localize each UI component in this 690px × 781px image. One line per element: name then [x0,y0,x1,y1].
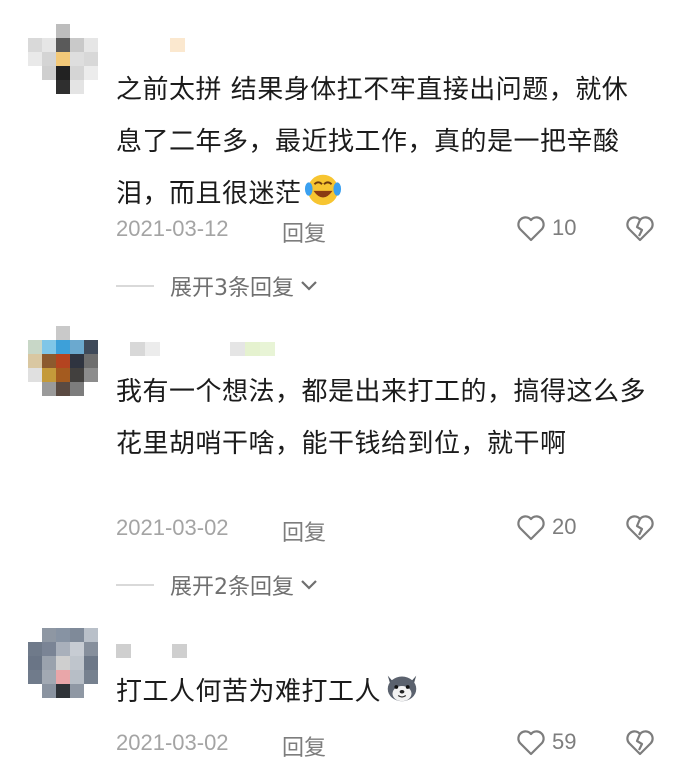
heart-icon [517,216,545,242]
username[interactable] [116,644,191,658]
crying-laughing-emoji-icon [304,174,341,206]
expand-replies-label: 展开2条回复 [170,575,294,600]
divider-line [116,584,154,586]
divider-line [116,285,154,287]
username[interactable] [130,342,280,356]
reply-button[interactable]: 回复 [282,730,326,762]
like-button[interactable]: 59 [516,728,576,756]
expand-replies-button[interactable]: 展开3条回复 [116,270,318,302]
broken-heart-icon[interactable] [625,513,655,541]
avatar[interactable] [28,24,100,96]
avatar[interactable] [28,628,100,700]
like-button[interactable]: 20 [516,513,576,541]
avatar[interactable] [28,326,100,398]
comment-date: 2021-03-02 [116,515,229,540]
heart-icon [517,515,545,541]
comment-text: 之前太拼 结果身体扛不牢直接出问题，就休息了二年多，最近找工作，真的是一把辛酸泪… [116,75,629,209]
like-count: 10 [552,215,577,240]
heart-icon [517,730,545,756]
comment-text: 我有一个想法，都是出来打工的，搞得这么多花里胡哨干啥，能干钱给到位，就干啊 [116,377,647,459]
reply-button[interactable]: 回复 [282,216,326,248]
like-button[interactable]: 10 [516,214,576,242]
reply-button[interactable]: 回复 [282,515,326,547]
comment-text: 打工人何苦为难打工人 [116,666,646,718]
expand-replies-label: 展开3条回复 [170,276,294,301]
comment-date: 2021-03-02 [116,730,229,755]
broken-heart-icon[interactable] [625,728,655,756]
chevron-down-icon [301,580,317,590]
husky-dog-emoji-icon [387,675,417,702]
expand-replies-button[interactable]: 展开2条回复 [116,569,318,601]
like-count: 20 [552,514,577,539]
chevron-down-icon [301,281,317,291]
broken-heart-icon[interactable] [625,214,655,242]
like-count: 59 [552,729,577,754]
comment-date: 2021-03-12 [116,216,229,241]
username[interactable] [170,38,190,52]
